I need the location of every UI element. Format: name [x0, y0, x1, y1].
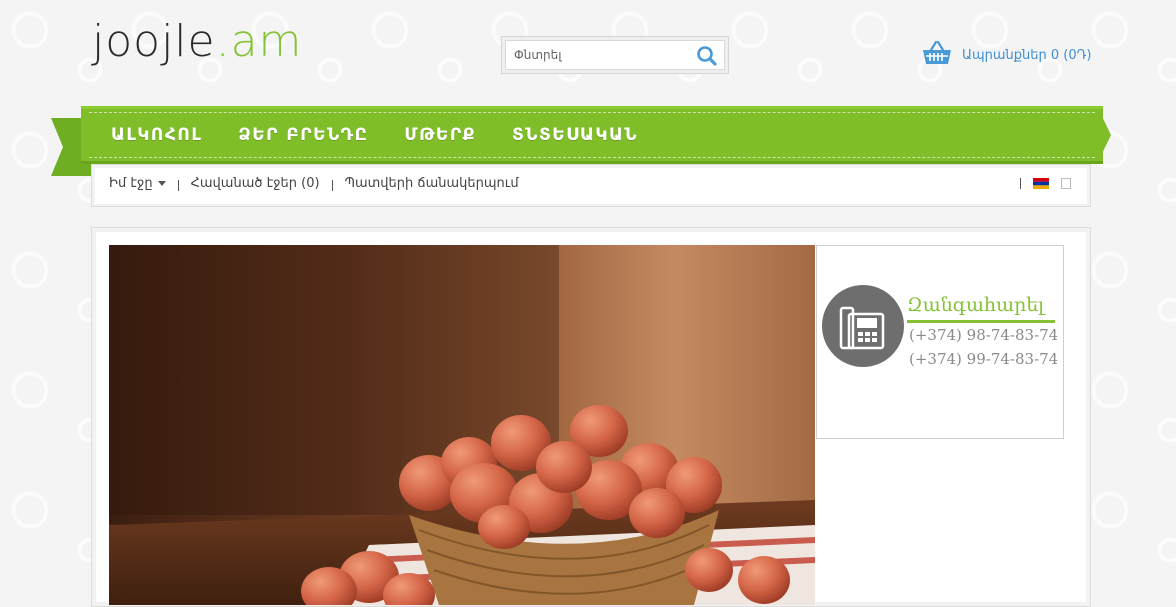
menu-item-alcohol[interactable]: ԱԼԿՈՀՈԼ: [111, 125, 202, 145]
logo-tld: am: [230, 16, 303, 67]
cart-label: Ապրանքներ 0 (0Դ): [962, 47, 1092, 63]
divider: [1020, 178, 1021, 189]
my-page-label: Իմ էջը: [109, 176, 153, 191]
chevron-down-icon: [157, 181, 166, 186]
menu-item-your-brand[interactable]: ՁԵՐ ԲՐԵՆԴԸ: [238, 125, 368, 145]
content-area: Զանգահարել (+374) 98-74-83-74 (+374) 99-…: [91, 227, 1091, 607]
language-switcher: [1020, 178, 1071, 189]
call-title: Զանգահարել: [907, 294, 1045, 316]
main-menu-bar: ԱԼԿՈՀՈԼ ՁԵՐ ԲՐԵՆԴԸ ՄԹԵՐՔ ՏՆՏԵՍԱԿԱՆ: [81, 106, 1103, 164]
phone-number-2[interactable]: (+374) 99-74-83-74: [909, 350, 1058, 368]
call-underline: [907, 320, 1055, 323]
my-page-dropdown[interactable]: Իմ էջը: [109, 176, 166, 191]
account-bar-inner: Իմ էջը Հավանած էջեր (0) Պատվերի ճանակերպ…: [95, 168, 1087, 204]
order-history-link[interactable]: Պատվերի ճանակերպում: [345, 176, 519, 191]
account-bar: Իմ էջը Հավանած էջեր (0) Պատվերի ճանակերպ…: [91, 164, 1091, 207]
armenian-flag-icon[interactable]: [1033, 178, 1049, 189]
call-us-box[interactable]: Զանգահարել (+374) 98-74-83-74 (+374) 99-…: [816, 245, 1064, 439]
search-box: [501, 36, 729, 74]
site-logo[interactable]: joojle.am: [92, 14, 302, 70]
language-flag-icon[interactable]: [1061, 178, 1071, 189]
favorites-link[interactable]: Հավանած էջեր (0): [191, 176, 320, 191]
phone-number-1[interactable]: (+374) 98-74-83-74: [909, 326, 1058, 344]
logo-name: joojle: [92, 16, 216, 67]
cart-link[interactable]: Ապրանքներ 0 (0Դ): [922, 40, 1092, 70]
divider: [177, 180, 179, 191]
phone-icon: [822, 285, 904, 367]
main-menu: ԱԼԿՈՀՈԼ ՁԵՐ ԲՐԵՆԴԸ ՄԹԵՐՔ ՏՆՏԵՍԱԿԱՆ: [111, 109, 638, 161]
divider: [331, 180, 333, 191]
search-input[interactable]: [506, 41, 692, 69]
search-inner: [505, 40, 725, 70]
eggs-basket-picture: [109, 245, 815, 605]
search-icon[interactable]: [696, 45, 718, 67]
menu-item-food[interactable]: ՄԹԵՐՔ: [404, 125, 476, 145]
logo-dot: .: [215, 16, 231, 67]
hero-banner-image[interactable]: [109, 245, 815, 605]
content-inner: Զանգահարել (+374) 98-74-83-74 (+374) 99-…: [96, 232, 1086, 605]
basket-icon: [922, 40, 952, 70]
menu-item-household[interactable]: ՏՆՏԵՍԱԿԱՆ: [512, 125, 638, 145]
